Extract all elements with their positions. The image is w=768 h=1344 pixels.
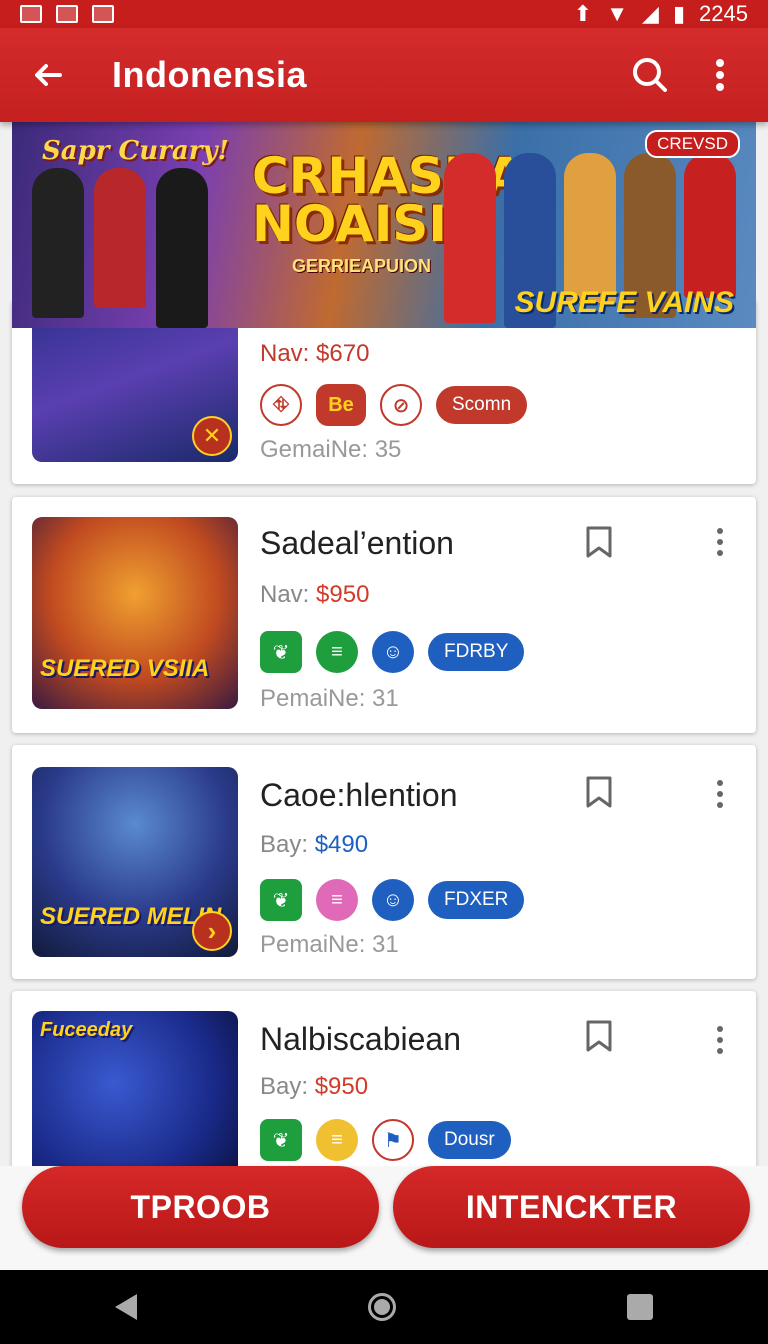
tag-row: ❦ ≡ ☺ FDXER [260,879,525,921]
status-left-icons [20,5,114,23]
banner-corner-label: SUREFE VAINS [514,286,734,319]
banner-character [156,168,208,328]
status-bar: ⬆ ▼ ◢ ▮ 2245 [0,0,768,28]
game-thumbnail[interactable]: Fuceeday [32,1011,238,1191]
be-badge: Be [316,384,366,426]
bookmark-icon[interactable] [584,1019,614,1053]
back-arrow-icon[interactable] [24,51,72,99]
price: Nav: $670 [260,340,370,367]
battery-icon: ▮ [672,1,686,26]
photo-icon [92,5,114,23]
page-title: Indonensia [112,54,308,95]
more-vert-icon[interactable] [696,51,744,99]
list-icon: ≡ [316,631,358,673]
promo-banner[interactable]: Sapr Curary! CRHASHA NOAISIA GERRIEAPUIO… [12,122,756,328]
nav-recents-icon[interactable] [626,1294,653,1320]
players-count: PemaiNe: 31 [260,931,399,958]
more-vert-icon[interactable] [712,525,728,559]
search-icon[interactable] [626,51,674,99]
banner-badge: CREVSD [645,130,740,158]
upload-icon: ⬆ [573,1,593,26]
status-time: 2245 [699,1,748,26]
leaf-icon: ❦ [260,879,302,921]
status-right-icons: ⬆ ▼ ◢ ▮ 2245 [574,1,748,27]
game-title: Caoe:hlention [260,777,458,813]
leaf-icon: ❦ [260,1119,302,1161]
bookmark-icon[interactable] [584,775,614,809]
tag-row: ❦ ≡ ⚑ Dousr [260,1119,511,1161]
nav-home-icon[interactable] [367,1293,396,1321]
right-action-button[interactable]: INTENCKTER [393,1166,750,1248]
wifi-icon: ▼ [606,1,629,26]
thumbnail-label: SUERED VSIIA [40,655,210,682]
game-thumbnail[interactable]: SUERED VSIIA [32,517,238,709]
list-icon: ≡ [316,879,358,921]
banner-tagline: Sapr Curary! [42,136,229,166]
bookmark-icon[interactable] [584,525,614,559]
close-icon[interactable]: ✕ [192,416,232,456]
nav-back-icon[interactable] [115,1294,138,1320]
tag-pill: FDRBY [428,633,525,671]
banner-character [32,168,84,318]
game-card[interactable]: SUERED VSIIA Sadeal’ention Nav: $950 ❦ ≡… [12,497,756,733]
tag-pill: FDXER [428,881,525,919]
no-icon: ⊘ [380,384,422,426]
tag-row: ❦ ≡ ☺ FDRBY [260,631,525,673]
left-action-button[interactable]: TPROOB [22,1166,379,1248]
walk-icon: ⛗ [260,384,302,426]
game-title: Nalbiscabiean [260,1021,462,1057]
more-vert-icon[interactable] [712,1023,728,1057]
price: Bay: $490 [260,831,369,858]
image-icon [56,5,78,23]
banner-subtitle: GERRIEAPUION [292,256,432,276]
system-nav-bar [0,1270,768,1344]
bottom-actions: TPROOB INTENCKTER [0,1166,768,1270]
tag-row: ⛗ Be ⊘ Scomn [260,384,528,426]
thumbnail-label: Fuceeday [40,1019,133,1041]
price: Bay: $950 [260,1073,369,1100]
game-title: Sadeal’ention [260,525,454,561]
banner-character [444,153,496,323]
gallery-icon [20,5,42,23]
leaf-icon: ❦ [260,631,302,673]
banner-character [94,168,146,308]
players-count: GemaiNe: 35 [260,436,402,463]
tag-pill: Scomn [436,386,528,424]
game-card[interactable]: Fuceeday Nalbiscabiean Bay: $950 ❦ ≡ ⚑ D… [12,991,756,1191]
flag-icon: ⚑ [372,1119,414,1161]
person-icon: ☺ [372,631,414,673]
game-card[interactable]: SUERED MELIN › Caoe:hlention Bay: $490 ❦… [12,745,756,979]
players-count: PemaiNe: 31 [260,685,399,712]
banner-character [564,153,616,303]
coin-icon: ≡ [316,1119,358,1161]
chevron-right-icon[interactable]: › [192,911,232,951]
game-thumbnail[interactable]: SUERED MELIN › [32,767,238,957]
price: Nav: $950 [260,581,370,608]
more-vert-icon[interactable] [712,777,728,811]
person-icon: ☺ [372,879,414,921]
banner-character [684,153,736,298]
app-bar: Indonensia [0,28,768,122]
banner-characters-left [32,168,208,328]
tag-pill: Dousr [428,1121,511,1159]
signal-icon: ◢ [642,1,659,26]
